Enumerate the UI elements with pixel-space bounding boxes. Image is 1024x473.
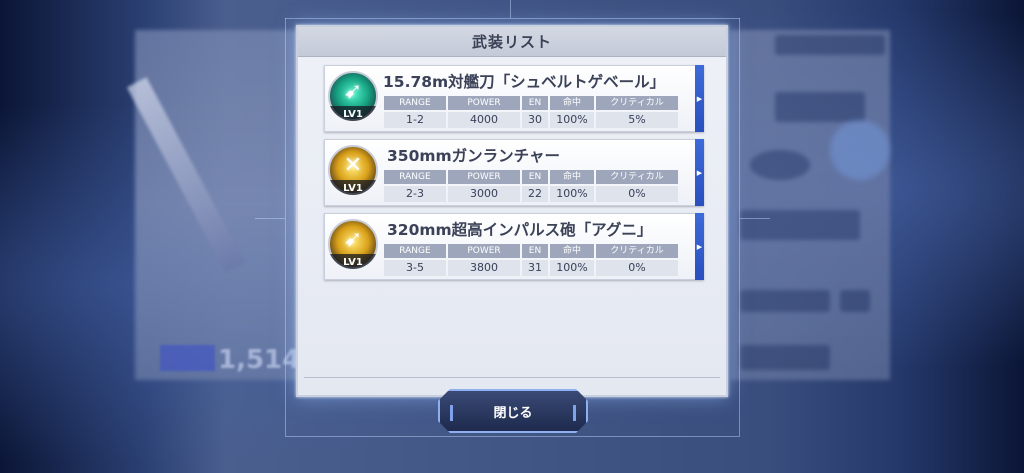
- stat-header-en: EN: [522, 244, 548, 258]
- weapon-name: 320mm超高インパルス砲「アグニ」: [387, 221, 653, 239]
- hud-frame-bottom: [285, 436, 740, 437]
- stat-accuracy: 100%: [550, 111, 594, 128]
- stat-header-critical: クリティカル: [596, 96, 678, 110]
- stat-header-en: EN: [522, 96, 548, 110]
- hud-crosshair-top: [510, 0, 511, 18]
- background-side-panel: [730, 30, 890, 380]
- hud-frame-right: [739, 18, 740, 436]
- weapon-card[interactable]: ➹ LV1 320mm超高インパルス砲「アグニ」 RANGE POWER EN …: [324, 213, 704, 280]
- background-unit-panel: [135, 30, 305, 380]
- stat-range: 2-3: [384, 185, 446, 202]
- explosion-icon: ✕: [328, 145, 378, 195]
- stat-header-en: EN: [522, 170, 548, 184]
- weapon-stats: RANGE POWER EN 命中 クリティカル 3-5 3800 31 100…: [384, 244, 698, 276]
- stat-critical: 0%: [596, 259, 678, 276]
- chevron-right-icon[interactable]: ▶: [695, 213, 704, 280]
- stat-critical: 5%: [596, 111, 678, 128]
- sword-slash-icon: ➹: [328, 71, 378, 121]
- stat-header-power: POWER: [448, 244, 520, 258]
- weapon-card[interactable]: ✕ LV1 350mmガンランチャー RANGE POWER EN 命中 クリテ…: [324, 139, 704, 206]
- stat-header-accuracy: 命中: [550, 170, 594, 184]
- button-decoration: [450, 405, 453, 421]
- stat-accuracy: 100%: [550, 185, 594, 202]
- stat-header-accuracy: 命中: [550, 96, 594, 110]
- hud-frame-left: [285, 18, 286, 436]
- chevron-right-icon[interactable]: ▶: [695, 65, 704, 132]
- dialog-title: 武装リスト: [471, 33, 552, 51]
- dialog-header: 武装リスト: [298, 27, 726, 57]
- stat-header-power: POWER: [448, 96, 520, 110]
- stat-range: 1-2: [384, 111, 446, 128]
- weapon-name: 15.78m対艦刀「シュベルトゲベール」: [383, 73, 666, 91]
- stat-range: 3-5: [384, 259, 446, 276]
- stat-header-range: RANGE: [384, 170, 446, 184]
- weapon-list: ➹ LV1 15.78m対艦刀「シュベルトゲベール」 RANGE POWER E…: [324, 65, 706, 287]
- weapon-card[interactable]: ➹ LV1 15.78m対艦刀「シュベルトゲベール」 RANGE POWER E…: [324, 65, 704, 132]
- stat-en: 30: [522, 111, 548, 128]
- weapon-name: 350mmガンランチャー: [387, 147, 561, 165]
- beam-shot-icon: ➹: [328, 219, 378, 269]
- stat-power: 3800: [448, 259, 520, 276]
- close-button[interactable]: 閉じる: [438, 389, 588, 433]
- stat-header-range: RANGE: [384, 244, 446, 258]
- stat-power: 4000: [448, 111, 520, 128]
- hud-tick-right: [740, 218, 770, 219]
- background-bar: [160, 345, 215, 371]
- weapon-stats: RANGE POWER EN 命中 クリティカル 1-2 4000 30 100…: [384, 96, 698, 128]
- weapon-stats: RANGE POWER EN 命中 クリティカル 2-3 3000 22 100…: [384, 170, 698, 202]
- footer-divider: [304, 377, 720, 378]
- stat-power: 3000: [448, 185, 520, 202]
- stat-header-critical: クリティカル: [596, 244, 678, 258]
- stat-header-critical: クリティカル: [596, 170, 678, 184]
- stat-accuracy: 100%: [550, 259, 594, 276]
- stat-critical: 0%: [596, 185, 678, 202]
- stat-header-range: RANGE: [384, 96, 446, 110]
- button-decoration: [573, 405, 576, 421]
- stat-en: 22: [522, 185, 548, 202]
- hud-frame-top: [285, 18, 740, 19]
- background-number: 1,514: [218, 345, 301, 375]
- chevron-right-icon[interactable]: ▶: [695, 139, 704, 206]
- close-button-label: 閉じる: [493, 405, 533, 421]
- stat-header-accuracy: 命中: [550, 244, 594, 258]
- stat-header-power: POWER: [448, 170, 520, 184]
- weapon-list-dialog: 武装リスト ➹ LV1 15.78m対艦刀「シュベルトゲベール」 RANGE P…: [296, 25, 728, 397]
- background-circle: [830, 120, 890, 180]
- stat-en: 31: [522, 259, 548, 276]
- hud-tick-left: [255, 218, 285, 219]
